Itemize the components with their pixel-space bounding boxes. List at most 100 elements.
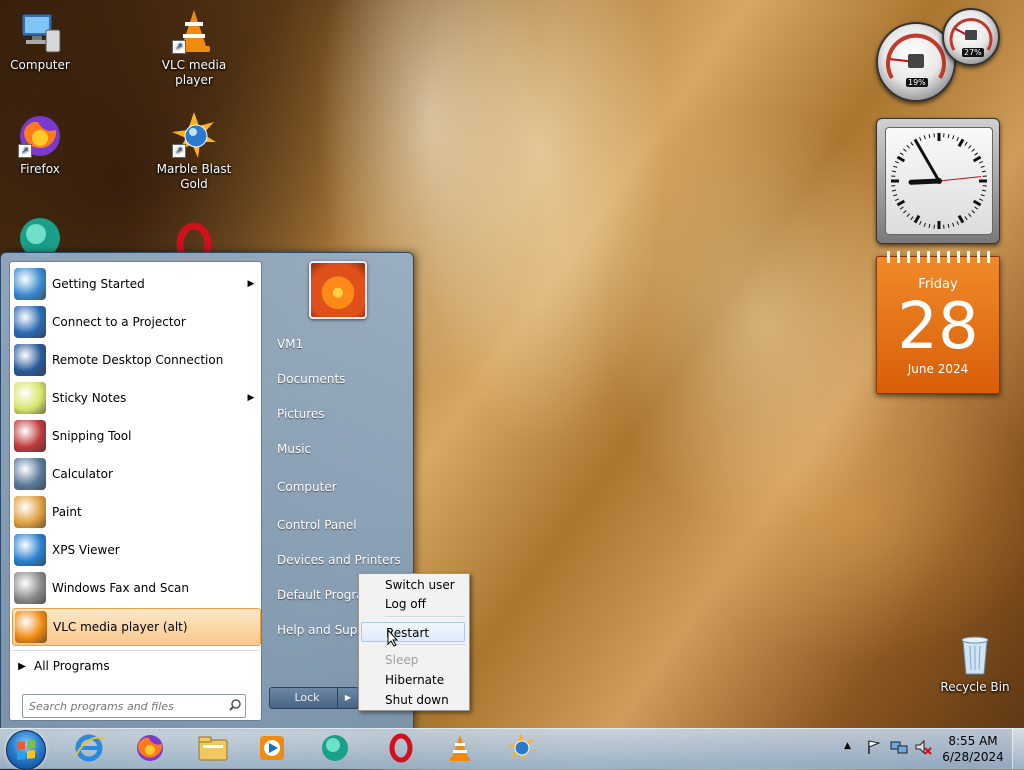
desktop-icon-marble-blast[interactable]: ↗ Marble Blast Gold	[154, 112, 234, 192]
search-input[interactable]	[23, 700, 225, 713]
network-icon[interactable]	[890, 739, 908, 758]
start-menu-program[interactable]: Snipping Tool	[12, 418, 259, 454]
power-menu-item[interactable]: Log off	[361, 594, 465, 614]
taskbar-pinned-app[interactable]	[62, 731, 116, 767]
taskbar-clock[interactable]: 8:55 AM 6/28/2024	[938, 733, 1008, 765]
internet-explorer-icon	[74, 733, 104, 766]
action-center-flag-icon[interactable]	[866, 739, 882, 758]
clock-tick	[981, 166, 985, 167]
desktop-icon-vlc[interactable]: ↗ VLC media player	[154, 8, 234, 88]
marble-blast-icon: ↗	[170, 112, 218, 160]
clock-tick	[948, 134, 949, 138]
shortcut-arrow-icon: ↗	[18, 144, 32, 158]
program-label: Remote Desktop Connection	[52, 353, 259, 367]
clock-hour-hand	[911, 181, 939, 182]
taskbar-pinned-app[interactable]	[186, 731, 240, 767]
desktop-icon-label: Recycle Bin	[935, 680, 1015, 695]
start-menu-place-item[interactable]: Control Panel	[269, 510, 417, 540]
taskbar-pinned-app[interactable]	[433, 731, 487, 767]
clock-center	[936, 178, 942, 184]
power-menu-item[interactable]: Restart	[361, 622, 465, 642]
cpu-meter-gadget[interactable]: 19% 27%	[872, 8, 1002, 103]
start-menu-program[interactable]: Windows Fax and Scan	[12, 570, 259, 606]
taskbar-pinned-app[interactable]	[374, 731, 428, 767]
start-menu-place-item[interactable]: Devices and Printers	[269, 545, 417, 575]
remote-desktop-icon	[14, 344, 46, 376]
cpu-percent: 19%	[906, 78, 928, 87]
xps-viewer-icon	[14, 534, 46, 566]
memory-dial: 27%	[942, 8, 1000, 66]
calendar-rings	[883, 251, 993, 263]
clock-tick	[982, 171, 986, 172]
start-menu-program[interactable]: VLC media player (alt)	[12, 608, 261, 646]
clock-tick	[907, 145, 910, 148]
start-menu-program[interactable]: Sticky Notes▶	[12, 380, 259, 416]
clock-tick	[907, 214, 910, 217]
clock-tick	[972, 210, 975, 213]
user-picture[interactable]	[309, 261, 367, 319]
menu-separator	[385, 616, 465, 617]
program-label: XPS Viewer	[52, 543, 259, 557]
shortcut-arrow-icon: ↗	[172, 144, 186, 158]
clock-gadget[interactable]	[876, 118, 1000, 244]
search-icon[interactable]	[225, 699, 245, 714]
shortcut-arrow-icon: ↗	[172, 40, 186, 54]
show-desktop-button[interactable]	[1012, 729, 1024, 769]
power-menu-item[interactable]: Switch user	[361, 575, 465, 595]
start-menu-program[interactable]: XPS Viewer	[12, 532, 259, 568]
program-label: Getting Started	[52, 277, 243, 291]
clock-tick	[915, 216, 919, 223]
calculator-icon	[14, 458, 46, 490]
taskbar-pinned-app[interactable]	[245, 731, 299, 767]
volume-muted-icon[interactable]	[914, 739, 932, 758]
triangle-right-icon: ▶	[10, 661, 34, 672]
start-menu-program[interactable]: Calculator	[12, 456, 259, 492]
desktop-icon-label: Marble Blast Gold	[154, 162, 234, 192]
windows-explorer-icon	[197, 733, 229, 766]
clock-tick	[893, 195, 897, 196]
clock-tick	[892, 171, 896, 172]
scissors-icon	[14, 420, 46, 452]
power-menu-item[interactable]: Shut down	[361, 690, 465, 710]
start-menu-place-item[interactable]: VM1	[269, 329, 417, 359]
clock-tick	[892, 190, 896, 191]
desktop-icon-recycle-bin[interactable]: Recycle Bin	[935, 630, 1015, 695]
clock-face	[885, 127, 993, 235]
computer-icon	[16, 8, 64, 56]
start-menu-place-item[interactable]: Pictures	[269, 399, 417, 429]
start-menu-program[interactable]: Remote Desktop Connection	[12, 342, 259, 378]
all-programs-button[interactable]: ▶ All Programs	[10, 650, 259, 681]
start-menu-program[interactable]: Getting Started▶	[12, 266, 259, 302]
clock-tick	[911, 217, 913, 220]
program-label: Snipping Tool	[52, 429, 259, 443]
power-menu-item[interactable]: Hibernate	[361, 670, 465, 690]
start-menu-place-item[interactable]: Computer	[269, 472, 417, 502]
start-menu-place-item[interactable]: Documents	[269, 364, 417, 394]
program-label: Paint	[52, 505, 259, 519]
desktop-icon-firefox[interactable]: ↗ Firefox	[0, 112, 80, 177]
clock-tick	[965, 217, 967, 220]
program-label: VLC media player (alt)	[53, 620, 260, 634]
search-box[interactable]	[22, 694, 246, 718]
clock-tick	[979, 199, 983, 201]
program-label: Connect to a Projector	[52, 315, 259, 329]
taskbar-pinned-app[interactable]	[123, 731, 177, 767]
taskbar-pinned-app[interactable]	[494, 731, 548, 767]
power-options-arrow[interactable]: ▶	[337, 687, 359, 709]
program-label: Windows Fax and Scan	[52, 581, 259, 595]
start-menu-place-item[interactable]: Music	[269, 434, 417, 464]
submenu-arrow-icon: ▶	[243, 393, 259, 403]
show-hidden-icons[interactable]: ▲	[844, 741, 851, 751]
calendar-gadget[interactable]: Friday 28 June 2024	[876, 256, 1000, 394]
start-button[interactable]	[6, 730, 46, 770]
start-menu-program[interactable]: Connect to a Projector	[12, 304, 259, 340]
taskbar-pinned-app[interactable]	[308, 731, 362, 767]
desktop-icon-computer[interactable]: Computer	[0, 8, 80, 73]
desktop-icon-label: Firefox	[0, 162, 80, 177]
clock-tick	[895, 161, 899, 163]
sticky-notes-icon	[14, 382, 46, 414]
lock-button[interactable]: Lock	[269, 687, 345, 709]
clock-tick	[895, 199, 899, 201]
clock-tick	[919, 221, 921, 225]
start-menu-program[interactable]: Paint	[12, 494, 259, 530]
